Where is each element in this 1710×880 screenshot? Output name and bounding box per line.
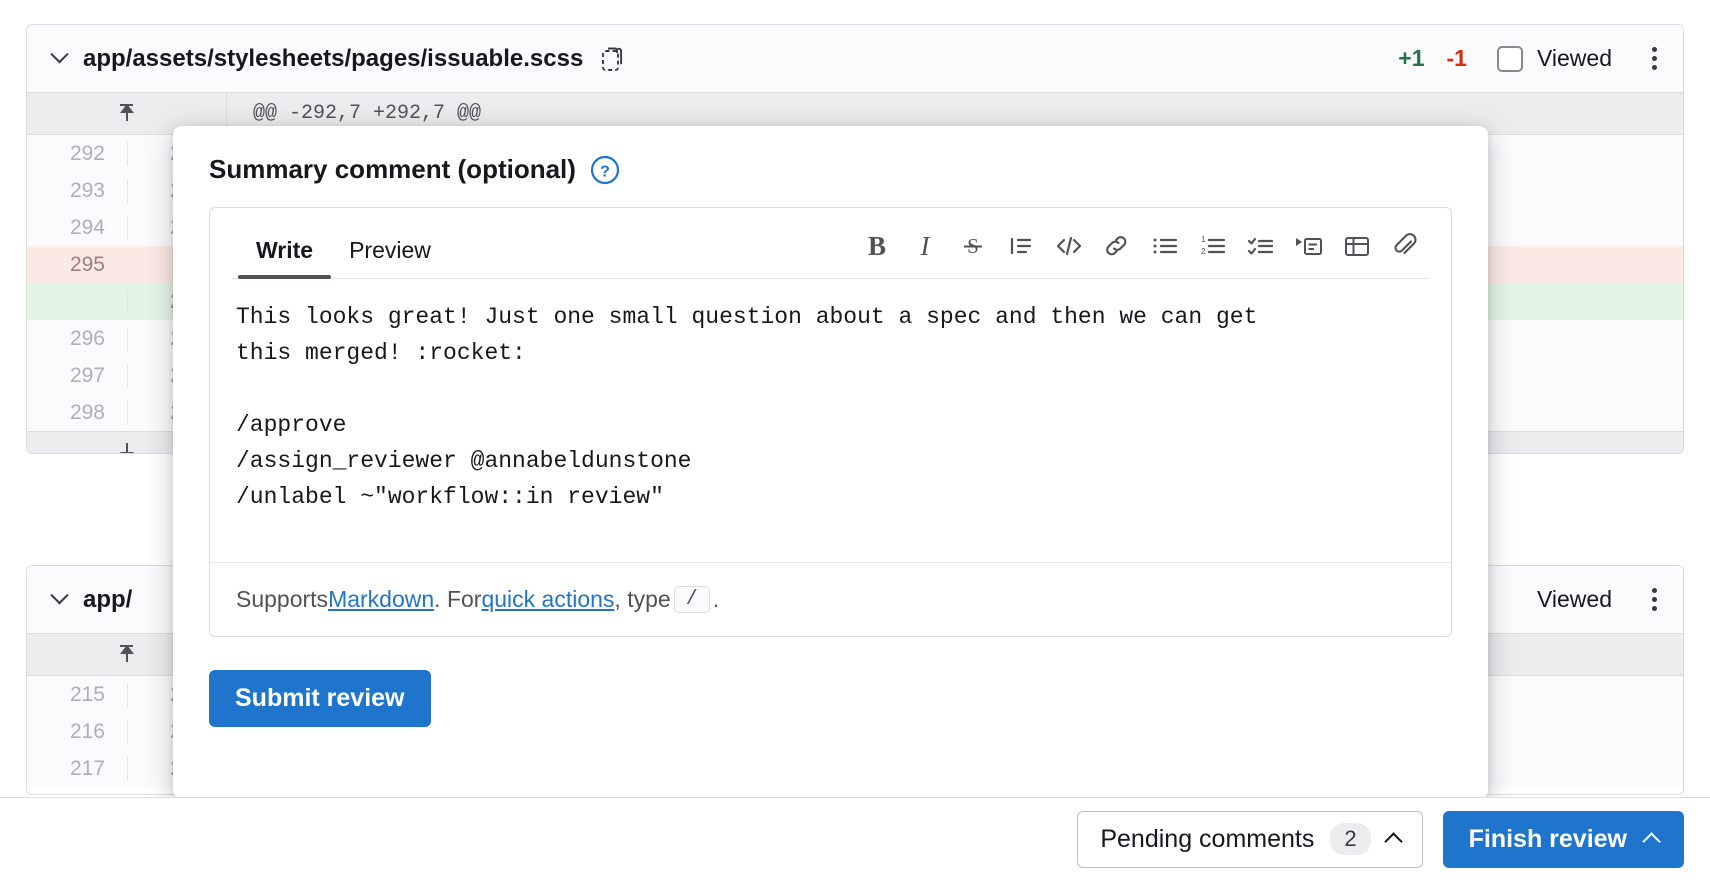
footer-suffix: , type (614, 586, 670, 613)
quick-actions-link[interactable]: quick actions (481, 586, 614, 613)
pending-comments-label: Pending comments (1100, 825, 1314, 854)
file-path-label: app/ (83, 586, 132, 614)
editor-help-footer: Supports Markdown. For quick actions, ty… (210, 562, 1451, 636)
editor-toolbar-row: Write Preview B I S (210, 208, 1451, 278)
file-path-label: app/assets/stylesheets/pages/issuable.sc… (83, 45, 583, 73)
chevron-down-icon (50, 45, 68, 63)
summary-comment-modal: Summary comment (optional) ? Write Previ… (173, 126, 1488, 799)
kebab-dot (1652, 597, 1657, 602)
file-options-menu-button[interactable] (1648, 584, 1661, 615)
arrow-up-icon (116, 643, 138, 667)
attachment-icon[interactable] (1381, 224, 1429, 268)
additions-count: +1 (1398, 45, 1424, 72)
kebab-dot (1652, 606, 1657, 611)
collapse-file-button[interactable] (45, 586, 73, 614)
old-line-number: 294 (27, 216, 127, 240)
deletions-count: -1 (1447, 45, 1467, 72)
finish-review-button[interactable]: Finish review (1443, 811, 1684, 868)
old-line-number: 296 (27, 327, 127, 351)
comment-textarea[interactable]: This looks great! Just one small questio… (210, 279, 1451, 562)
pending-comments-count: 2 (1330, 823, 1370, 855)
diff-file-header: app/assets/stylesheets/pages/issuable.sc… (27, 25, 1683, 93)
collapse-file-button[interactable] (45, 45, 73, 73)
svg-text:?: ? (600, 163, 610, 180)
hunk-range-label: @@ -292,7 +292,7 @@ (227, 102, 481, 125)
collapsible-section-icon[interactable] (1285, 224, 1333, 268)
kebab-dot (1652, 56, 1657, 61)
copy-path-icon[interactable] (601, 46, 625, 72)
finish-review-label: Finish review (1469, 825, 1627, 854)
blockquote-icon[interactable] (997, 224, 1045, 268)
chevron-up-icon (1642, 832, 1660, 850)
kebab-dot (1652, 588, 1657, 593)
footer-end: . (713, 586, 719, 613)
viewed-checkbox[interactable] (1497, 46, 1523, 72)
old-line-number: 215 (27, 683, 127, 707)
viewed-label: Viewed (1537, 586, 1612, 613)
old-line-number: 292 (27, 142, 127, 166)
arrow-down-icon (116, 441, 138, 455)
modal-title-row: Summary comment (optional) ? (209, 154, 1452, 185)
viewed-label: Viewed (1537, 45, 1612, 72)
kebab-dot (1652, 47, 1657, 52)
markdown-link[interactable]: Markdown (328, 586, 434, 613)
markdown-toolbar: B I S (853, 224, 1429, 278)
kebab-dot (1652, 65, 1657, 70)
modal-title: Summary comment (optional) (209, 154, 576, 185)
file-options-menu-button[interactable] (1648, 43, 1661, 74)
tab-preview[interactable]: Preview (331, 237, 449, 278)
old-line-number: 216 (27, 720, 127, 744)
pending-comments-button[interactable]: Pending comments 2 (1077, 811, 1422, 868)
code-icon[interactable] (1045, 224, 1093, 268)
old-line-number: 295 (27, 253, 127, 277)
bullet-list-icon[interactable] (1141, 224, 1189, 268)
task-list-icon[interactable] (1237, 224, 1285, 268)
old-line-number: 298 (27, 401, 127, 425)
link-icon[interactable] (1093, 224, 1141, 268)
svg-text:1: 1 (1201, 235, 1206, 244)
submit-review-button[interactable]: Submit review (209, 670, 431, 727)
arrow-up-icon (116, 102, 138, 126)
italic-icon[interactable]: I (901, 224, 949, 268)
slash-key-hint: / (674, 586, 710, 613)
old-line-number: 293 (27, 179, 127, 203)
file-header-actions: +1 -1 Viewed (1398, 43, 1661, 74)
old-line-number: 217 (27, 757, 127, 781)
viewed-toggle[interactable]: Viewed (1497, 45, 1612, 72)
resize-handle[interactable] (1421, 532, 1441, 552)
tab-write[interactable]: Write (238, 237, 331, 278)
review-bar: Pending comments 2 Finish review (0, 797, 1710, 880)
comment-editor: Write Preview B I S (209, 207, 1452, 637)
footer-middle: . For (434, 586, 481, 613)
file-header-actions: Viewed (1529, 584, 1661, 615)
numbered-list-icon[interactable]: 1 2 (1189, 224, 1237, 268)
viewed-toggle[interactable]: Viewed (1537, 586, 1612, 613)
bold-icon[interactable]: B (853, 224, 901, 268)
strikethrough-icon[interactable]: S (949, 224, 997, 268)
chevron-down-icon (50, 586, 68, 604)
chevron-up-icon (1384, 832, 1402, 850)
editor-tabs: Write Preview (238, 208, 449, 278)
table-icon[interactable] (1333, 224, 1381, 268)
diff-review-page: app/assets/stylesheets/pages/issuable.sc… (0, 0, 1710, 880)
supports-prefix: Supports (236, 586, 328, 613)
old-line-number: 297 (27, 364, 127, 388)
question-circle-icon[interactable]: ? (590, 155, 620, 185)
svg-text:2: 2 (1201, 247, 1206, 256)
